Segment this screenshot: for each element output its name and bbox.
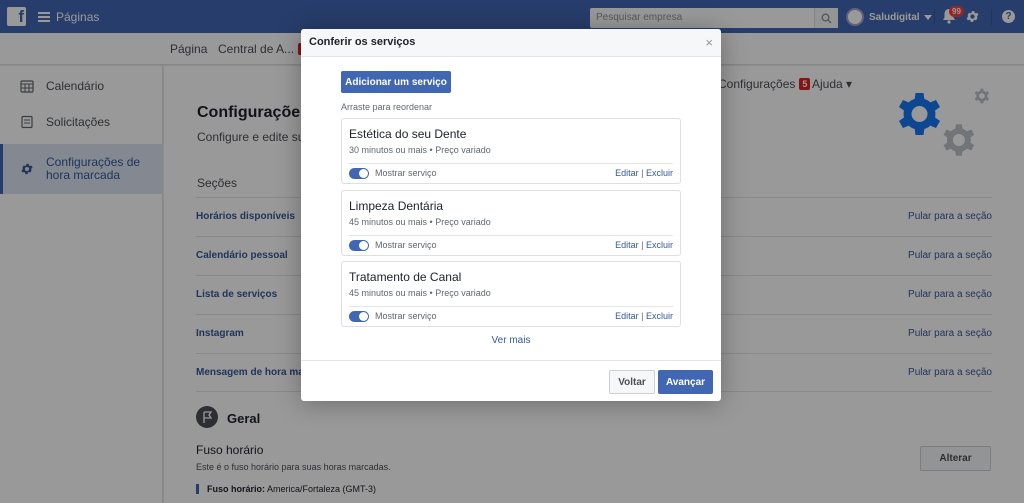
- service-card[interactable]: Limpeza Dentária 45 minutos ou mais • Pr…: [341, 190, 681, 256]
- show-service-toggle[interactable]: [349, 240, 369, 251]
- delete-link[interactable]: Excluir: [646, 311, 673, 321]
- service-card[interactable]: Estética do seu Dente 30 minutos ou mais…: [341, 118, 681, 184]
- show-service-label: Mostrar serviço: [375, 168, 437, 178]
- review-services-dialog: Conferir os serviços × Adicionar um serv…: [301, 29, 721, 401]
- service-actions: Editar | Excluir: [615, 311, 673, 321]
- service-actions: Editar | Excluir: [615, 240, 673, 250]
- service-meta: 30 minutos ou mais • Preço variado: [349, 145, 491, 155]
- service-card[interactable]: Tratamento de Canal 45 minutos ou mais •…: [341, 261, 681, 327]
- close-icon[interactable]: ×: [705, 35, 713, 50]
- divider: [349, 163, 673, 164]
- dialog-footer: Voltar Avançar: [301, 360, 721, 401]
- divider: [349, 306, 673, 307]
- service-name: Limpeza Dentária: [349, 199, 444, 213]
- see-more-link[interactable]: Ver mais: [301, 335, 721, 346]
- show-service-label: Mostrar serviço: [375, 311, 437, 321]
- edit-link[interactable]: Editar: [615, 311, 639, 321]
- show-service-toggle[interactable]: [349, 311, 369, 322]
- service-meta: 45 minutos ou mais • Preço variado: [349, 288, 491, 298]
- dialog-header: Conferir os serviços ×: [301, 29, 721, 57]
- edit-link[interactable]: Editar: [615, 168, 639, 178]
- service-name: Tratamento de Canal: [349, 270, 462, 284]
- edit-link[interactable]: Editar: [615, 240, 639, 250]
- delete-link[interactable]: Excluir: [646, 168, 673, 178]
- service-meta: 45 minutos ou mais • Preço variado: [349, 217, 491, 227]
- next-button[interactable]: Avançar: [658, 370, 713, 394]
- service-name: Estética do seu Dente: [349, 127, 467, 141]
- dialog-title: Conferir os serviços: [309, 36, 416, 48]
- drag-hint: Arraste para reordenar: [341, 102, 433, 112]
- delete-link[interactable]: Excluir: [646, 240, 673, 250]
- divider: [349, 235, 673, 236]
- show-service-toggle[interactable]: [349, 168, 369, 179]
- service-actions: Editar | Excluir: [615, 168, 673, 178]
- back-button[interactable]: Voltar: [609, 370, 655, 394]
- show-service-label: Mostrar serviço: [375, 240, 437, 250]
- add-service-button[interactable]: Adicionar um serviço: [341, 71, 451, 93]
